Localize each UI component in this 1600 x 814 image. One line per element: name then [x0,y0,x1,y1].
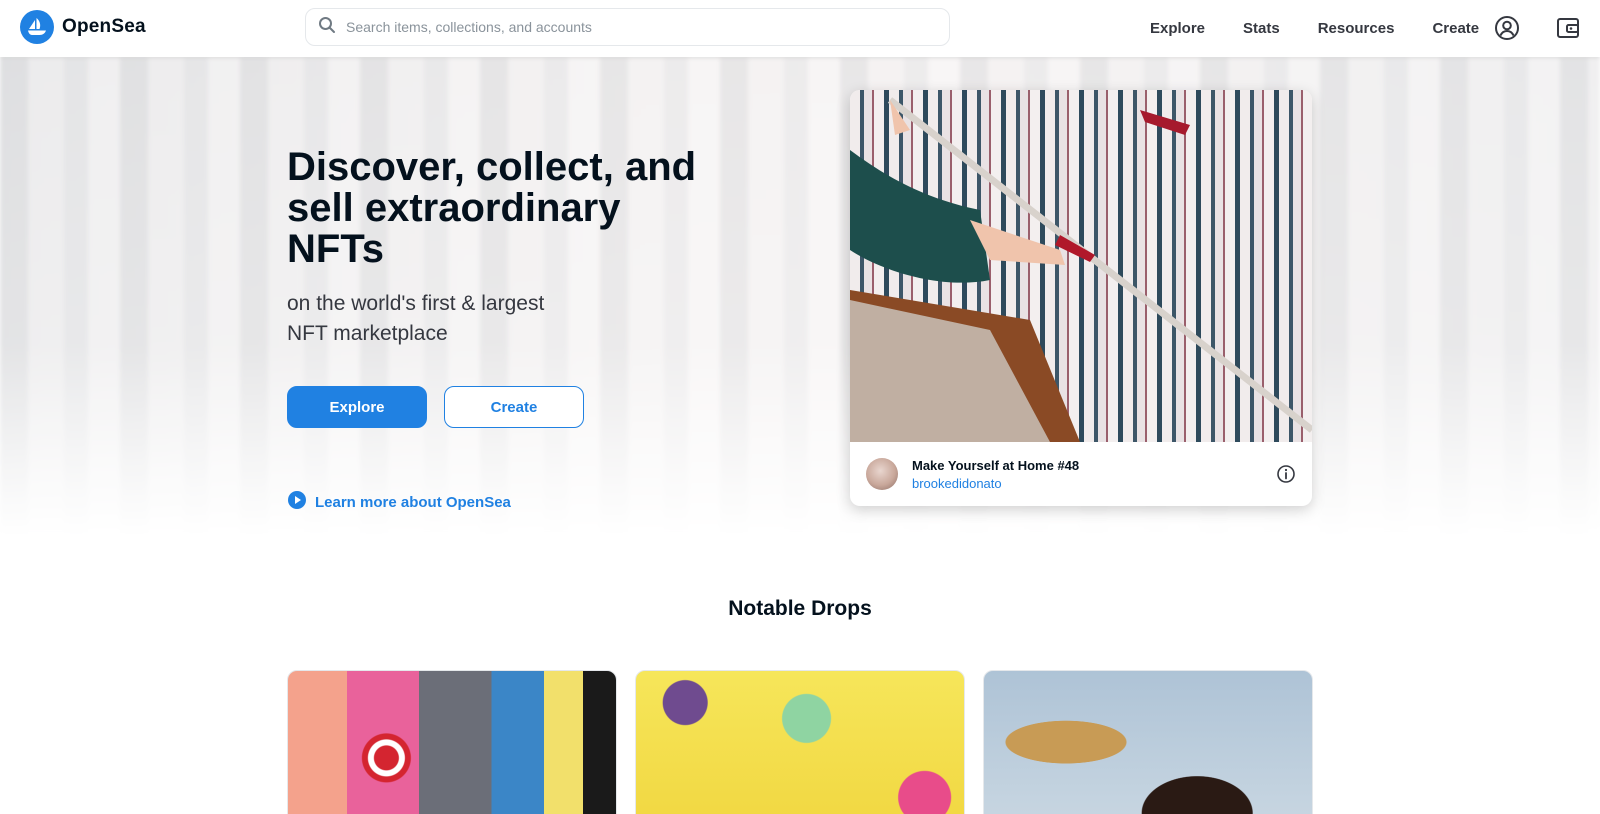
hero-subtitle: on the world's first & largest NFT marke… [287,292,545,345]
top-navbar: OpenSea Explore Stats Resources Create [0,0,1600,57]
featured-nft-meta: Make Yourself at Home #48 brookedidonato [850,442,1312,506]
create-button[interactable]: Create [444,386,584,428]
main-nav: Explore Stats Resources Create [1150,0,1517,57]
featured-nft-card[interactable]: Make Yourself at Home #48 brookedidonato [850,90,1312,506]
notable-drop-card[interactable] [287,670,617,814]
notable-drop-card[interactable] [983,670,1313,814]
notable-drops-title: Notable Drops [728,597,872,620]
notable-drop-card[interactable] [635,670,965,814]
wallet-icon[interactable] [1554,14,1582,42]
learn-more-link[interactable]: Learn more about OpenSea [287,490,511,514]
explore-button[interactable]: Explore [287,386,427,428]
search-bar[interactable] [305,8,950,46]
logo[interactable]: OpenSea [20,10,146,44]
nav-stats[interactable]: Stats [1243,20,1280,37]
nav-explore[interactable]: Explore [1150,20,1205,37]
featured-nft-title[interactable]: Make Yourself at Home #48 [912,458,1079,473]
opensea-logo-icon [20,10,54,44]
brand-name: OpenSea [62,16,146,37]
learn-more-label: Learn more about OpenSea [315,493,511,511]
creator-avatar[interactable] [866,458,898,490]
hero-section: Discover, collect, and sell extraordinar… [0,57,1600,537]
featured-nft-image [850,90,1312,442]
featured-nft-creator[interactable]: brookedidonato [912,476,1079,491]
search-input[interactable] [346,19,926,35]
play-circle-icon [287,490,307,514]
account-icon[interactable] [1493,14,1521,42]
hero-title: Discover, collect, and sell extraordinar… [287,145,697,271]
search-icon [318,16,336,39]
nav-create[interactable]: Create [1432,20,1479,37]
info-icon[interactable] [1276,464,1296,489]
nav-resources[interactable]: Resources [1318,20,1395,37]
